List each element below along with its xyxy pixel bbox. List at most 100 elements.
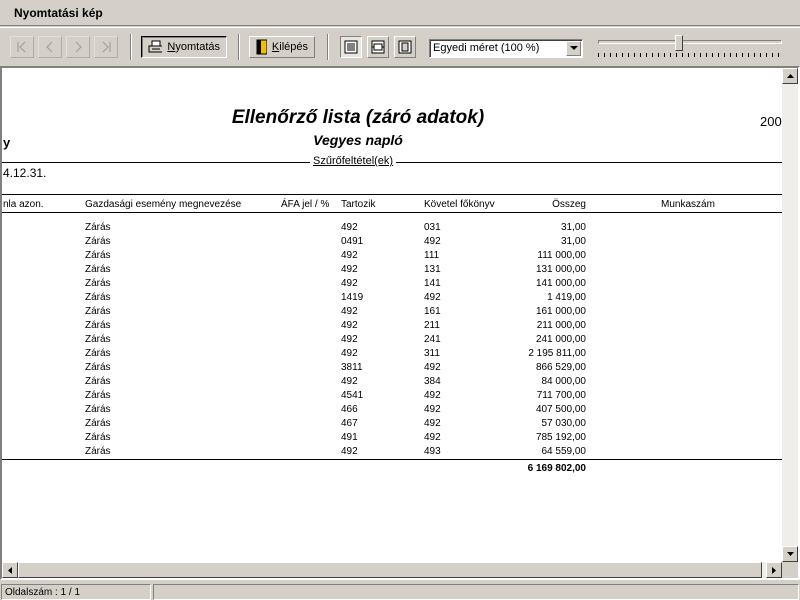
page-width-icon	[371, 40, 385, 54]
row-credit: 141	[424, 278, 441, 289]
row-debit: 1419	[341, 292, 364, 303]
row-credit: 211	[424, 320, 440, 331]
column-header-worknumber: Munkaszám	[661, 199, 715, 210]
row-event: Zárás	[85, 418, 111, 429]
header-top-line	[2, 194, 782, 195]
exit-button-label: Kilépés	[271, 41, 308, 53]
status-bar: Oldalszám : 1 / 1	[0, 582, 800, 600]
row-event: Zárás	[85, 292, 111, 303]
scroll-right-button[interactable]	[766, 562, 782, 578]
exit-button[interactable]: Kilépés	[249, 36, 315, 58]
report-page: Ellenőrző lista (záró adatok) Vegyes nap…	[2, 68, 782, 562]
row-credit: 311	[424, 348, 440, 359]
row-debit: 492	[341, 264, 358, 275]
first-page-button[interactable]	[10, 36, 34, 58]
row-amount: 785 192,00	[535, 432, 586, 443]
row-credit: 492	[424, 432, 441, 443]
vertical-scrollbar[interactable]	[782, 68, 798, 562]
zoom-select[interactable]: Egyedi méret (100 %)	[429, 39, 583, 58]
column-header-credit: Követel főkönyv	[424, 199, 495, 210]
prev-page-icon	[46, 41, 53, 53]
row-amount: 161 000,00	[535, 306, 586, 317]
report-date: 4.12.31.	[3, 166, 47, 180]
scroll-down-button[interactable]	[782, 546, 798, 562]
total-line	[2, 459, 782, 460]
row-event: Zárás	[85, 376, 111, 387]
report-title: Ellenőrző lista (záró adatok)	[231, 107, 485, 128]
row-credit: 492	[424, 390, 441, 401]
row-amount: 64 559,00	[541, 446, 587, 457]
chevron-down-icon	[569, 46, 578, 50]
row-debit: 492	[341, 320, 358, 331]
row-amount: 407 500,00	[535, 404, 586, 415]
zoom-slider-ticks	[598, 53, 782, 57]
window-title: Nyomtatási kép	[14, 6, 103, 20]
scroll-up-button[interactable]	[782, 68, 798, 84]
whole-page-icon	[398, 40, 412, 54]
row-debit: 466	[341, 404, 358, 415]
row-amount: 31,00	[560, 222, 586, 233]
scroll-right-icon	[772, 566, 776, 574]
row-debit: 492	[341, 446, 358, 457]
row-debit: 4541	[341, 390, 364, 401]
row-event: Zárás	[85, 222, 111, 233]
row-credit: 384	[424, 376, 441, 387]
toolbar-separator	[238, 34, 240, 60]
row-amount: 141 000,00	[535, 278, 586, 289]
zoom-slider-thumb[interactable]	[675, 35, 684, 51]
toolbar-separator	[327, 34, 329, 60]
status-pane-empty	[153, 584, 799, 600]
last-page-button[interactable]	[94, 36, 118, 58]
zoom-dropdown-button[interactable]	[566, 41, 581, 56]
whole-page-button[interactable]	[394, 36, 416, 58]
row-amount: 241 000,00	[535, 334, 586, 345]
row-event: Zárás	[85, 446, 111, 457]
scroll-left-button[interactable]	[2, 562, 18, 578]
zoom-slider[interactable]	[596, 34, 784, 60]
row-debit: 492	[341, 376, 358, 387]
row-credit: 241	[424, 334, 441, 345]
row-event: Zárás	[85, 334, 111, 345]
row-event: Zárás	[85, 264, 111, 275]
zoom-select-value: Egyedi méret (100 %)	[433, 42, 540, 54]
row-amount: 711 700,00	[536, 390, 586, 401]
header-bottom-line	[2, 212, 782, 213]
status-page-info: Oldalszám : 1 / 1	[1, 584, 151, 600]
next-page-button[interactable]	[66, 36, 90, 58]
row-amount: 57 030,00	[541, 418, 587, 429]
column-header-event: Gazdasági esemény megnevezése	[85, 199, 242, 210]
zoom-slider-track	[598, 40, 782, 44]
horizontal-scrollbar[interactable]	[2, 562, 782, 578]
toolbar-separator	[130, 34, 132, 60]
row-amount: 2 195 811,00	[528, 348, 586, 359]
horizontal-scroll-thumb[interactable]	[18, 562, 762, 578]
prev-page-button[interactable]	[38, 36, 62, 58]
title-bar: Nyomtatási kép	[0, 0, 800, 26]
report-header-right-fragment: 200	[760, 114, 782, 129]
row-event: Zárás	[85, 362, 111, 373]
print-button-label: Nyomtatás	[167, 41, 220, 53]
print-button[interactable]: Nyomtatás	[141, 36, 227, 58]
row-amount: 1 419,00	[547, 292, 586, 303]
row-event: Zárás	[85, 250, 111, 261]
row-event: Zárás	[85, 404, 111, 415]
report-total: 6 169 802,00	[527, 463, 586, 474]
scroll-down-icon	[786, 552, 794, 556]
row-amount: 84 000,00	[541, 376, 587, 387]
page-width-button[interactable]	[367, 36, 389, 58]
column-header-amount: Összeg	[552, 199, 586, 210]
row-event: Zárás	[85, 278, 111, 289]
row-debit: 492	[341, 348, 358, 359]
row-debit: 492	[341, 278, 358, 289]
row-amount: 211 000,00	[536, 320, 586, 331]
row-credit: 111	[424, 250, 440, 261]
row-debit: 467	[341, 418, 358, 429]
page-view-button[interactable]	[340, 36, 362, 58]
row-event: Zárás	[85, 390, 111, 401]
report-header-left-fragment: y	[3, 135, 11, 150]
row-credit: 493	[424, 446, 441, 457]
row-debit: 491	[341, 432, 358, 443]
row-amount: 111 000,00	[537, 250, 586, 261]
row-credit: 492	[424, 236, 441, 247]
filter-label: Szűrőfeltétel(ek)	[310, 155, 397, 167]
